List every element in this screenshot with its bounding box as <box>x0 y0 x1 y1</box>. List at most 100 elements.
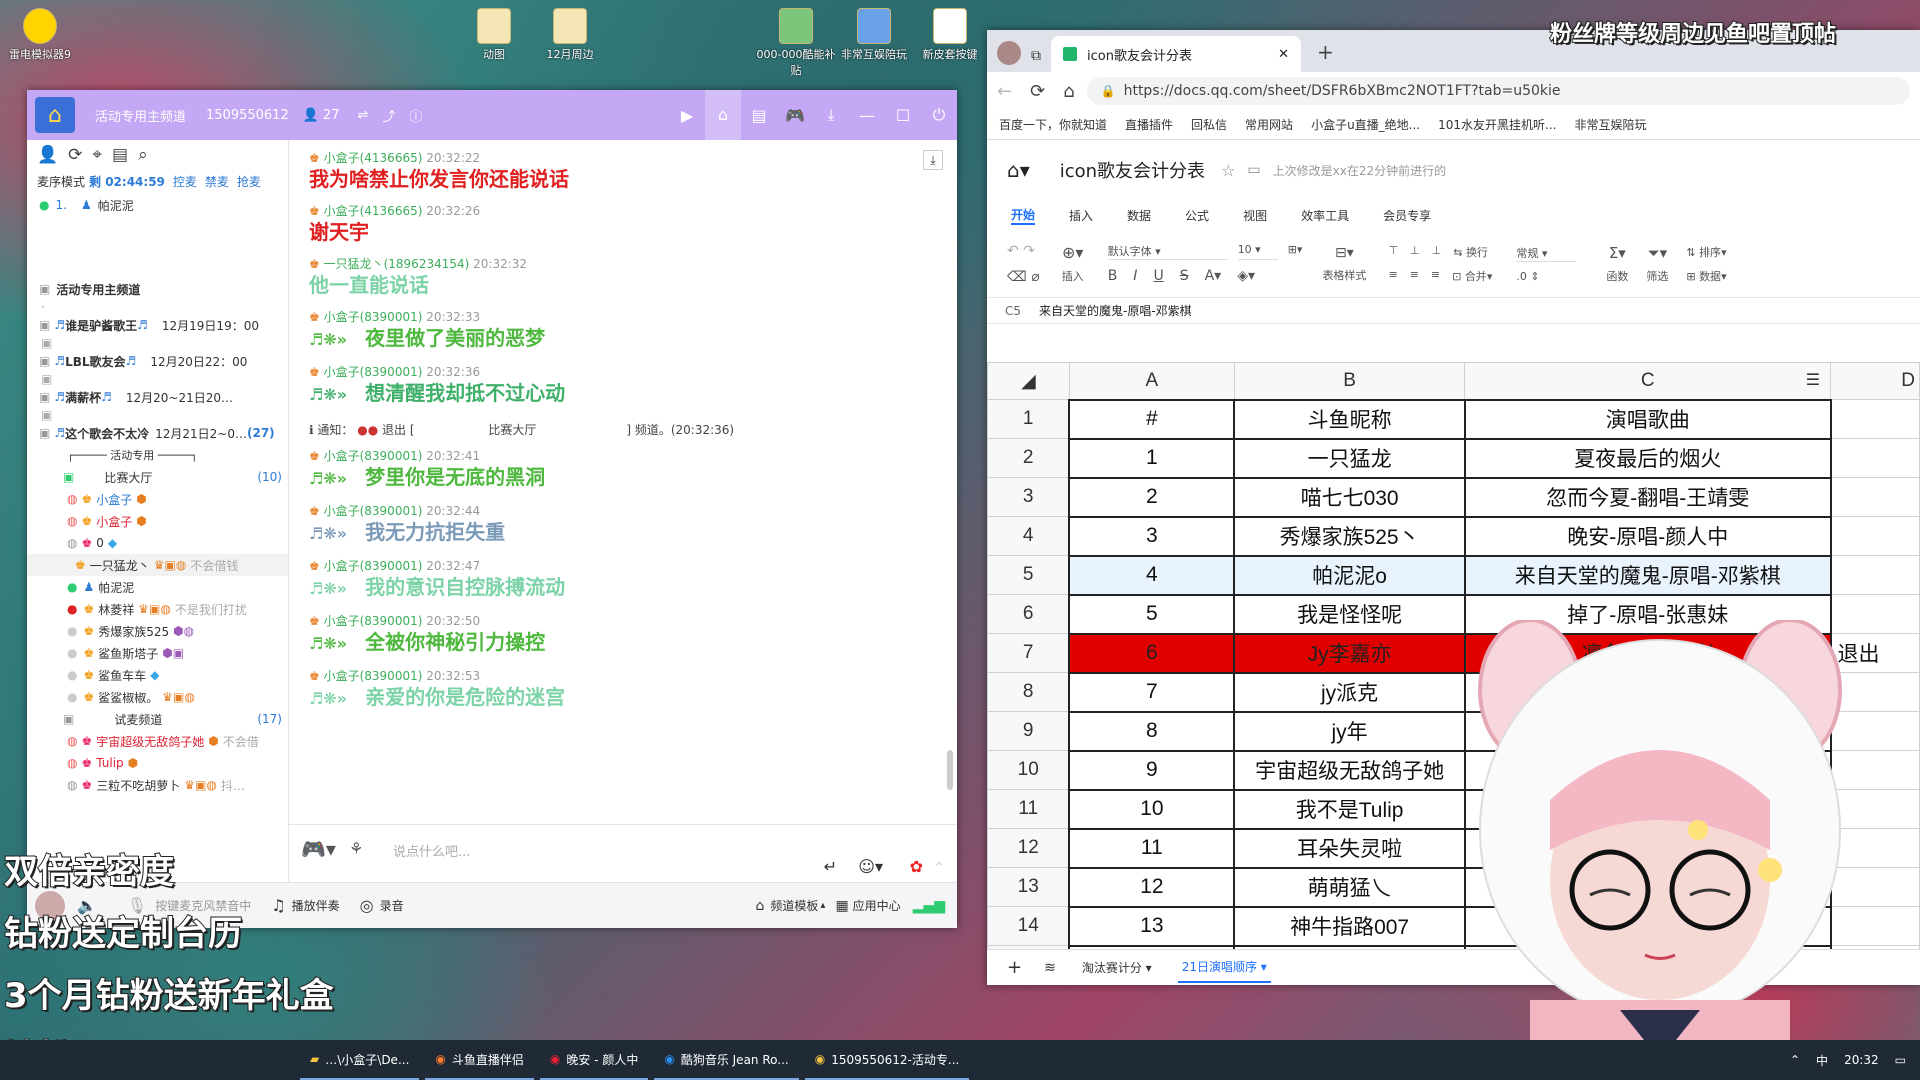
cell[interactable]: jy派克 <box>1233 671 1466 713</box>
cell[interactable]: 宇宙超级无敌鸽子她 <box>1233 749 1466 791</box>
search-icon[interactable]: ⌕ <box>138 145 148 165</box>
cell[interactable]: 9 <box>1068 749 1236 791</box>
tab-spreadsheet[interactable]: icon歌友会计分表 ✕ <box>1051 36 1301 72</box>
member-item[interactable]: ◍ ♚ 宇宙超级无敌鸽子她 ⬢ 不会借 <box>27 730 288 752</box>
member-item[interactable]: ◍ ♚ 三粒不吃胡萝卜 ♛▣◍ 抖… <box>27 774 288 796</box>
cell[interactable]: 1 <box>1068 437 1236 479</box>
sheet-tab-order[interactable]: 21日演唱顺序 ▾ <box>1177 952 1271 983</box>
bookmark-reply[interactable]: 回私信 <box>1191 116 1227 133</box>
member-item[interactable]: ♚ 一只猛龙丶 ♛▣◍ 不会借钱 <box>27 554 288 576</box>
align-left-icon[interactable]: ≡ <box>1388 268 1397 284</box>
emoji-icon[interactable]: ☺▾ <box>858 857 883 876</box>
table-style-icon[interactable]: ⊟▾ <box>1335 245 1354 261</box>
cell[interactable]: 耳朵失灵啦 <box>1233 827 1466 869</box>
channel-item[interactable]: ▣ ♬ LBL歌友会 ♬ 12月20日22：00 <box>27 350 288 372</box>
insert-icon[interactable]: ⊕▾ <box>1062 243 1083 262</box>
row-header[interactable]: 9 <box>987 711 1070 751</box>
message-author[interactable]: 小盒子(8390001) <box>324 504 423 518</box>
column-header-c[interactable]: C ☰ <box>1464 362 1832 400</box>
align-top-icon[interactable]: ⊤ <box>1388 244 1398 260</box>
control-mic-link[interactable]: 控麦 <box>173 173 197 190</box>
desktop-icon-gif[interactable]: 动图 <box>454 8 534 62</box>
cell[interactable]: 喵七七030 <box>1233 476 1466 518</box>
member-item[interactable]: ● ♟ 帕泥泥 <box>27 576 288 598</box>
record-icon[interactable]: ◎ <box>360 896 374 915</box>
align-bottom-icon[interactable]: ⊥ <box>1432 244 1442 260</box>
power-icon[interactable]: ⏻ <box>921 105 957 125</box>
taskbar-item-douyu[interactable]: ◉ 斗鱼直播伴侣 <box>425 1040 534 1080</box>
chevron-up-icon[interactable]: ⌃ <box>933 860 945 876</box>
list-icon[interactable]: ▤ <box>112 145 128 165</box>
cell[interactable]: # <box>1068 398 1236 440</box>
flower-icon[interactable]: ✿ <box>910 857 923 876</box>
font-size-select[interactable]: 10 ▾ <box>1237 243 1278 260</box>
member-item[interactable]: ● ♚ 林菱祥 ♛▣◍ 不是我们打扰 <box>27 598 288 620</box>
board-icon[interactable]: ▤ <box>741 106 777 125</box>
cell[interactable]: Jy李嘉亦 <box>1233 632 1466 674</box>
row-header[interactable]: 10 <box>987 750 1070 790</box>
column-header-d[interactable]: D <box>1830 362 1920 400</box>
font-select[interactable]: 默认字体 ▾ <box>1107 243 1228 260</box>
music-icon[interactable]: ♫ <box>271 896 285 915</box>
scroll-down-button[interactable]: ⤓ <box>923 150 943 170</box>
desktop-icon-december[interactable]: 12月周边 <box>530 8 610 62</box>
fill-color-icon[interactable]: ◈▾ <box>1237 268 1255 284</box>
row-header[interactable]: 4 <box>987 516 1070 556</box>
member-item[interactable]: ● ♚ 鲨鱼斯塔子 ⬢▣ <box>27 642 288 664</box>
bookmark-live-plugin[interactable]: 直播插件 <box>1125 116 1173 133</box>
ban-mic-link[interactable]: 禁麦 <box>205 173 229 190</box>
row-header[interactable]: 6 <box>987 594 1070 634</box>
desktop-icon-skin[interactable]: 新皮套按键 <box>910 8 990 62</box>
member-item[interactable]: ◍ ♚ 0 ◆ <box>27 532 288 554</box>
cell-reference[interactable]: C5 <box>987 304 1035 318</box>
menu-data[interactable]: 数据 <box>1127 207 1151 224</box>
member-item[interactable]: ◍ ♚ Tulip ⬢ <box>27 752 288 774</box>
align-middle-icon[interactable]: ⊥ <box>1410 244 1420 260</box>
bookmark-baidu[interactable]: 百度一下，你就知道 <box>999 116 1107 133</box>
font-color-icon[interactable]: A▾ <box>1205 268 1222 284</box>
play-accompaniment-button[interactable]: 播放伴奏 <box>292 897 340 914</box>
cell[interactable]: 夏夜最后的烟火 <box>1463 437 1832 479</box>
star-icon[interactable]: ☆ <box>1221 161 1235 180</box>
cell[interactable]: 忽而今夏-翻唱-王靖雯 <box>1463 476 1832 518</box>
bold-icon[interactable]: B <box>1108 268 1118 284</box>
cell[interactable]: 13 <box>1068 905 1236 947</box>
cell[interactable]: 萌萌猛乀 <box>1233 866 1466 908</box>
number-format-select[interactable]: 常规 ▾ <box>1516 245 1577 262</box>
refresh-icon[interactable]: ⟳ <box>68 145 82 165</box>
row-header[interactable]: 11 <box>987 789 1070 829</box>
menu-tools[interactable]: 效率工具 <box>1301 207 1349 224</box>
menu-view[interactable]: 视图 <box>1243 207 1267 224</box>
menu-formula[interactable]: 公式 <box>1185 207 1209 224</box>
app-center-button[interactable]: 应用中心 <box>853 897 901 914</box>
video-icon[interactable]: ▶ <box>669 106 705 125</box>
tab-grid-icon[interactable]: ⧉ <box>1031 48 1041 64</box>
menu-start[interactable]: 开始 <box>1011 206 1036 225</box>
member-item[interactable]: ● ♚ 鲨鲨椒椒。 ♛▣◍ <box>27 686 288 708</box>
bookmark-101[interactable]: 101水友开黑挂机听... <box>1438 116 1556 133</box>
info-icon[interactable]: ⓘ <box>409 106 422 125</box>
row-header[interactable]: 14 <box>987 906 1070 946</box>
cell[interactable]: 3 <box>1068 515 1236 557</box>
link-icon[interactable]: ⤴ <box>382 106 395 125</box>
filter-icon[interactable]: ⏷▾ <box>1648 244 1668 262</box>
column-header-b[interactable]: B <box>1233 362 1466 400</box>
back-icon[interactable]: ← <box>997 81 1012 102</box>
message-author[interactable]: 一只猛龙丶(1896234154) <box>324 257 470 271</box>
message-author[interactable]: 小盒子(8390001) <box>324 614 423 628</box>
taskbar-item-explorer[interactable]: ▰ …\小盒子\De... <box>300 1040 420 1080</box>
merge-icon[interactable]: ⊡ 合并▾ <box>1452 268 1492 284</box>
cell[interactable]: 我不是Tulip <box>1233 788 1466 830</box>
cell[interactable]: 斗鱼昵称 <box>1233 398 1466 440</box>
sheet-list-icon[interactable]: ≋ <box>1044 960 1056 976</box>
cell[interactable]: 12 <box>1068 866 1236 908</box>
message-author[interactable]: 小盒子(8390001) <box>324 449 423 463</box>
grab-mic-link[interactable]: 抢麦 <box>237 173 261 190</box>
align-right-icon[interactable]: ≡ <box>1431 268 1440 284</box>
row-header[interactable]: 5 <box>987 555 1070 595</box>
desktop-icon-emulator[interactable]: 雷电模拟器9 <box>0 8 80 62</box>
bookmark-douyu[interactable]: 小盒子u直播_绝地... <box>1311 116 1420 133</box>
cell[interactable] <box>1830 477 1920 517</box>
desktop-icon-feichang[interactable]: 非常互娱陪玩 <box>834 8 914 62</box>
bookmark-common[interactable]: 常用网站 <box>1245 116 1293 133</box>
